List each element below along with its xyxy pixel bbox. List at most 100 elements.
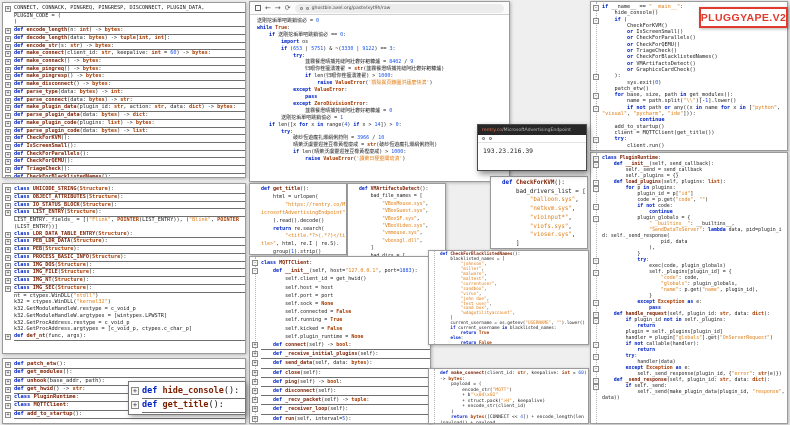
fold-collapsed-icon[interactable]: +	[5, 247, 11, 253]
fold-collapsed-icon[interactable]: +	[252, 397, 258, 403]
fold-collapsed-icon[interactable]: +	[5, 51, 11, 57]
fold-collapsed-icon[interactable]: +	[5, 144, 11, 150]
fold-collapsed-icon[interactable]: +	[5, 6, 11, 12]
fold-collapsed-icon[interactable]: +	[5, 379, 11, 385]
code-line: self._send(make_plugin_data(plugin_id, "…	[602, 389, 787, 401]
fold-expanded-icon[interactable]: -	[593, 300, 599, 306]
fold-collapsed-icon[interactable]: +	[5, 203, 11, 209]
code-line: +def get_modules():	[14, 369, 245, 377]
fold-collapsed-icon[interactable]: +	[5, 395, 11, 401]
code-line: def VMArtifactsDetect():	[359, 186, 445, 193]
fold-collapsed-icon[interactable]: +	[252, 342, 258, 348]
fold-collapsed-icon[interactable]: +	[5, 195, 11, 201]
code-line: +class IMG_FILE(Structure):	[14, 269, 245, 277]
code-line: html = urlopen(	[261, 194, 346, 202]
fold-collapsed-icon[interactable]: +	[5, 255, 11, 261]
code-line: +def decode_length(data: bytes) -> tuple…	[14, 35, 245, 43]
code-line: "VBoxGuest.sys",	[359, 208, 445, 215]
fold-collapsed-icon[interactable]: +	[252, 406, 258, 412]
code-line: +class IMG_NT(Structure):	[14, 277, 245, 285]
flag-icon[interactable]	[489, 137, 492, 140]
fold-collapsed-icon[interactable]: +	[5, 159, 11, 165]
fold-collapsed-icon[interactable]: +	[252, 351, 258, 357]
fold-expanded-icon[interactable]: -	[593, 384, 599, 390]
fold-collapsed-icon[interactable]: +	[5, 105, 11, 111]
fold-collapsed-icon[interactable]: +	[5, 187, 11, 193]
fold-collapsed-icon[interactable]: +	[5, 175, 11, 178]
fold-expanded-icon[interactable]: -	[593, 74, 599, 80]
code-line: +class LIST_ENTRY(Structure):	[14, 209, 245, 217]
fold-expanded-icon[interactable]: -	[593, 93, 599, 99]
code-line: +def CheckForKVM():	[14, 135, 245, 143]
fold-collapsed-icon[interactable]: +	[5, 167, 11, 173]
fold-collapsed-icon[interactable]: +	[5, 403, 11, 409]
code-line: self.connected = False	[261, 308, 430, 316]
fold-collapsed-icon[interactable]: +	[252, 370, 258, 376]
fold-collapsed-icon[interactable]: +	[252, 379, 258, 385]
fold-collapsed-icon[interactable]: +	[5, 210, 11, 216]
back-icon[interactable]: ←	[265, 2, 271, 15]
fold-collapsed-icon[interactable]: +	[5, 67, 11, 73]
info-icon[interactable]	[482, 137, 485, 140]
fold-collapsed-icon[interactable]: +	[5, 136, 11, 142]
code-line: self.host = host	[261, 284, 430, 292]
fold-expanded-icon[interactable]: -	[593, 162, 599, 168]
code-line: self.sock = None	[261, 300, 430, 308]
tooltip-ip-address: 193.23.216.39	[478, 143, 586, 159]
fold-expanded-icon[interactable]: -	[593, 354, 599, 360]
code-line: +def make_disconnect() -> bytes:	[14, 81, 245, 89]
fold-collapsed-icon[interactable]: +	[5, 362, 11, 368]
fold-collapsed-icon[interactable]: +	[5, 74, 11, 80]
code-line: k32.GetModuleHandleW.restype = c_void_p	[14, 306, 245, 313]
fold-collapsed-icon[interactable]: +	[5, 152, 11, 158]
fold-collapsed-icon[interactable]: +	[131, 401, 139, 409]
code-line: +class OBJECT_ATTRIBUTES(Structure):	[14, 194, 245, 202]
fold-collapsed-icon[interactable]: +	[5, 239, 11, 245]
code-line: return False	[440, 342, 588, 345]
fold-collapsed-icon[interactable]: +	[5, 28, 11, 34]
fold-expanded-icon[interactable]: -	[593, 342, 599, 348]
fold-collapsed-icon[interactable]: +	[5, 113, 11, 119]
fold-collapsed-icon[interactable]: +	[5, 98, 11, 104]
fold-expanded-icon[interactable]: -	[252, 268, 258, 274]
fold-collapsed-icon[interactable]: +	[131, 387, 139, 395]
forward-icon[interactable]: →	[275, 2, 281, 15]
fold-collapsed-icon[interactable]: +	[5, 59, 11, 65]
fold-expanded-icon[interactable]: -	[593, 18, 599, 24]
fold-collapsed-icon[interactable]: +	[5, 278, 11, 284]
fold-collapsed-icon[interactable]: +	[5, 232, 11, 238]
fold-collapsed-icon[interactable]: +	[5, 270, 11, 276]
fold-expanded-icon[interactable]: -	[593, 216, 599, 222]
fold-expanded-icon[interactable]: -	[593, 258, 599, 264]
fold-collapsed-icon[interactable]: +	[5, 129, 11, 135]
fold-collapsed-icon[interactable]: +	[5, 121, 11, 127]
fold-expanded-icon[interactable]: -	[593, 270, 599, 276]
fold-collapsed-icon[interactable]: +	[5, 370, 11, 376]
code-line: def make_connect(client_id: str, keepali…	[440, 371, 588, 382]
fold-expanded-icon[interactable]: -	[593, 137, 599, 143]
fold-collapsed-icon[interactable]: +	[5, 334, 11, 340]
fold-collapsed-icon[interactable]: +	[252, 416, 258, 422]
fold-expanded-icon[interactable]: -	[252, 260, 258, 266]
fold-collapsed-icon[interactable]: +	[5, 36, 11, 42]
tab-icon[interactable]	[255, 5, 261, 11]
code-line: +def parse_type(data: bytes) -> int:	[14, 89, 245, 97]
fold-collapsed-icon[interactable]: +	[5, 263, 11, 269]
fold-expanded-icon[interactable]: -	[593, 204, 599, 210]
fold-collapsed-icon[interactable]: +	[5, 387, 11, 393]
fold-expanded-icon[interactable]: -	[593, 106, 599, 112]
fold-expanded-icon[interactable]: -	[593, 5, 599, 11]
refresh-icon[interactable]: ⟳	[285, 2, 291, 15]
fold-collapsed-icon[interactable]: +	[252, 360, 258, 366]
code-line: k32.GetProcAddress.argtypes = [c_void_p,…	[14, 326, 245, 333]
fold-collapsed-icon[interactable]: +	[5, 286, 11, 292]
url-bar[interactable]: ghostbin.axel.org/paste/xyt9h/raw	[295, 4, 504, 13]
fold-collapsed-icon[interactable]: +	[5, 412, 11, 418]
fold-expanded-icon[interactable]: -	[593, 318, 599, 324]
fold-collapsed-icon[interactable]: +	[252, 388, 258, 394]
fold-collapsed-icon[interactable]: +	[5, 44, 11, 50]
fold-expanded-icon[interactable]: -	[593, 366, 599, 372]
fold-expanded-icon[interactable]: -	[593, 186, 599, 192]
fold-collapsed-icon[interactable]: +	[5, 90, 11, 96]
fold-collapsed-icon[interactable]: +	[5, 82, 11, 88]
